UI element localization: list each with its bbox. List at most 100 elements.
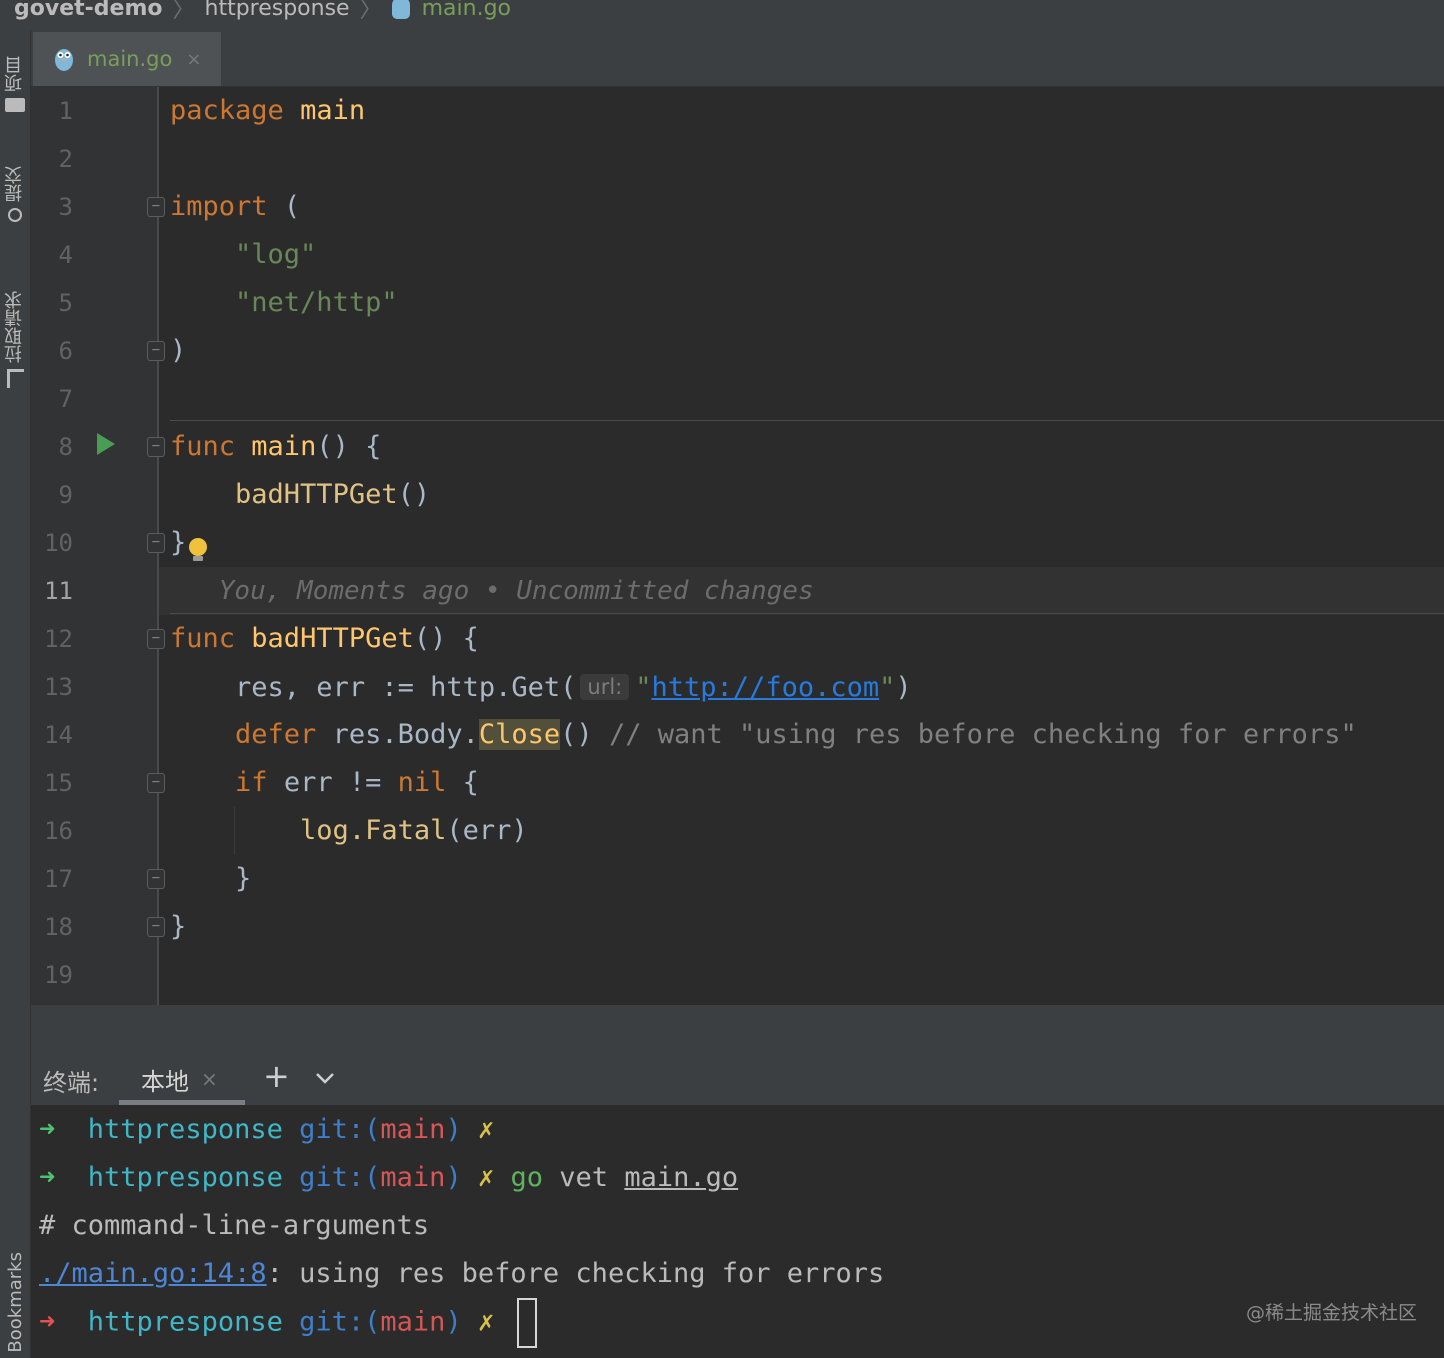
breadcrumb-project[interactable]: govet-demo: [14, 0, 162, 21]
keyword-if: if: [235, 767, 268, 798]
new-terminal-button[interactable]: +: [263, 1057, 290, 1095]
code-line-6: ): [170, 327, 186, 375]
keyword-nil: nil: [397, 767, 447, 798]
prompt-git-end: ): [445, 1162, 462, 1193]
line-number: 18: [44, 913, 73, 941]
keyword-func: func: [170, 431, 236, 462]
close-method-highlighted: Close: [478, 719, 561, 750]
dirty-marker-icon: ✗: [477, 1306, 495, 1338]
fold-icon[interactable]: −: [147, 773, 165, 793]
prompt-arrow-icon: ➜: [39, 1114, 56, 1145]
line-number: 14: [44, 721, 73, 749]
prompt-arrow-error-icon: ➜: [39, 1306, 56, 1338]
func-close-brace: }: [170, 911, 187, 942]
code-line-16: log.Fatal(err): [170, 807, 528, 855]
fold-end-icon[interactable]: −: [147, 341, 165, 361]
call-parens: (): [397, 479, 431, 510]
terminal-prompt-line: ➜ httpresponse git:(main) ✗: [39, 1106, 494, 1154]
code-line-1: package main: [170, 87, 365, 135]
prompt-arrow-icon: ➜: [39, 1162, 56, 1193]
log-package: log.: [300, 815, 366, 846]
bookmarks-tool-button[interactable]: Bookmarks: [0, 1246, 30, 1358]
prompt-git-end: ): [445, 1114, 462, 1145]
code-line-10: }: [170, 519, 186, 567]
line-number: 19: [44, 961, 73, 989]
package-name: main: [300, 95, 366, 126]
prompt-dir: httpresponse: [87, 1162, 283, 1193]
code-line-14: defer res.Body.Close() // want "using re…: [170, 711, 1357, 759]
lightbulb-icon[interactable]: [189, 538, 207, 561]
editor-tab-bar: main.go ×: [31, 30, 1444, 87]
bookmarks-label: Bookmarks: [4, 1251, 26, 1353]
import-close-paren: ): [170, 335, 187, 366]
fold-icon[interactable]: −: [147, 197, 165, 217]
watermark: @稀土掘金技术社区: [1246, 1302, 1418, 1324]
line-number: 15: [44, 769, 73, 797]
line-number: 12: [44, 625, 73, 653]
commit-tool-button[interactable]: 提交: [0, 154, 30, 234]
dirty-marker-icon: ✗: [477, 1114, 495, 1145]
code-editor[interactable]: 1 2 3 4 5 6 7 8 9 10 11 12 13 14 15 16 1…: [31, 87, 1444, 1005]
code-line-15: if err != nil {: [170, 759, 479, 807]
project-label: 项目: [4, 56, 25, 92]
error-location-link[interactable]: ./main.go:14:8: [39, 1258, 267, 1289]
run-icon[interactable]: [97, 433, 115, 455]
code-line-17: }: [170, 855, 251, 903]
parameter-hint-url: url:: [580, 674, 630, 700]
close-tab-icon[interactable]: ×: [186, 49, 201, 70]
tab-label: main.go: [87, 47, 173, 71]
if-open-brace: {: [462, 767, 479, 798]
prompt-git: git:(: [299, 1162, 381, 1193]
prompt-dir: httpresponse: [87, 1114, 283, 1145]
terminal-tab-local[interactable]: 本地 ×: [119, 1053, 245, 1105]
terminal-tab-label: 本地: [141, 1067, 189, 1096]
project-tool-button[interactable]: 项目: [0, 44, 30, 124]
prompt-git: git:(: [299, 1114, 381, 1145]
breadcrumb-separator-icon: 〉: [172, 0, 195, 23]
keyword-import: import: [170, 191, 268, 222]
close-parens: (): [560, 719, 593, 750]
chevron-down-icon[interactable]: [314, 1067, 336, 1089]
fold-end-icon[interactable]: −: [147, 917, 165, 937]
line-number: 16: [44, 817, 73, 845]
panel-splitter[interactable]: [31, 1005, 1444, 1053]
line-number: 9: [58, 481, 73, 509]
go-file-icon: [55, 49, 73, 71]
command-file-arg[interactable]: main.go: [624, 1162, 738, 1193]
terminal-output[interactable]: ➜ httpresponse git:(main) ✗ ➜ httprespon…: [31, 1105, 1444, 1358]
import-log: "log": [235, 239, 317, 270]
string-quote: ": [879, 672, 896, 703]
fold-icon[interactable]: −: [147, 437, 165, 457]
http-get-call: res, err := http.Get(: [235, 672, 577, 703]
fold-end-icon[interactable]: −: [147, 869, 165, 889]
error-message: : using res before checking for errors: [266, 1258, 885, 1289]
terminal-output-line: # command-line-arguments: [39, 1210, 430, 1241]
string-quote: ": [635, 672, 652, 703]
fatal-call: Fatal: [365, 815, 447, 846]
want-comment: // want "using res before checking for e…: [608, 719, 1357, 750]
code-line-4: "log": [170, 231, 316, 279]
line-number: 17: [44, 865, 73, 893]
fold-icon[interactable]: −: [147, 629, 165, 649]
func-main-signature: () {: [316, 431, 382, 462]
fatal-args: (err): [446, 815, 528, 846]
keyword-package: package: [170, 95, 284, 126]
code-line-11: You, Moments ago • Uncommitted changes: [170, 567, 814, 615]
code-line-8: func main() {: [170, 423, 381, 471]
line-number: 8: [58, 433, 73, 461]
close-terminal-tab-icon[interactable]: ×: [201, 1067, 218, 1091]
url-link[interactable]: http://foo.com: [652, 672, 880, 703]
breadcrumb-file[interactable]: main.go: [422, 0, 511, 21]
tab-main-go[interactable]: main.go ×: [33, 32, 221, 86]
keyword-func: func: [170, 623, 236, 654]
err-compare: err !=: [283, 767, 382, 798]
line-number: 3: [58, 193, 73, 221]
pull-requests-tool-button[interactable]: 拉取请求: [0, 274, 30, 404]
fold-end-icon[interactable]: −: [147, 533, 165, 553]
breadcrumb-folder[interactable]: httpresponse: [205, 0, 350, 21]
line-number: 13: [44, 673, 73, 701]
line-number: 5: [58, 289, 73, 317]
line-number: 7: [58, 385, 73, 413]
pull-request-icon: [6, 368, 24, 388]
pull-requests-label: 拉取请求: [4, 290, 25, 363]
